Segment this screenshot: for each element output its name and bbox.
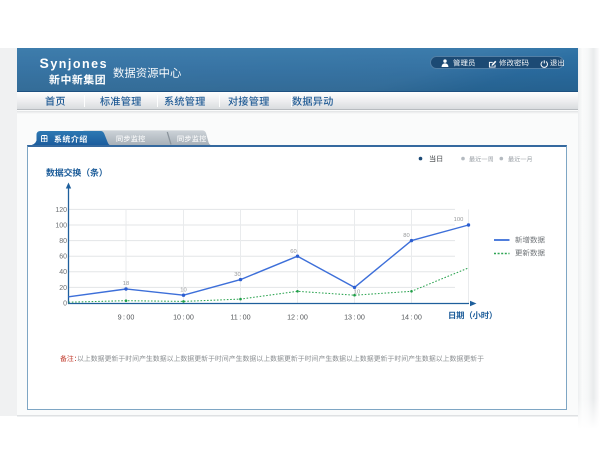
svg-text:9 : 00: 9 : 00 bbox=[118, 313, 135, 322]
svg-text:60: 60 bbox=[290, 249, 296, 255]
svg-text:0: 0 bbox=[63, 300, 67, 307]
svg-text:12 : 00: 12 : 00 bbox=[287, 313, 308, 322]
svg-text:40: 40 bbox=[59, 269, 67, 276]
svg-text:10 : 00: 10 : 00 bbox=[173, 313, 194, 322]
svg-text:100: 100 bbox=[55, 222, 67, 229]
svg-text:10: 10 bbox=[354, 289, 360, 295]
svg-text:13 : 00: 13 : 00 bbox=[344, 313, 365, 322]
svg-text:80: 80 bbox=[59, 238, 67, 245]
svg-text:60: 60 bbox=[59, 254, 67, 261]
svg-text:30: 30 bbox=[234, 272, 240, 278]
svg-text:14 : 00: 14 : 00 bbox=[401, 313, 422, 322]
svg-text:18: 18 bbox=[123, 281, 129, 287]
svg-text:120: 120 bbox=[55, 207, 67, 214]
svg-text:20: 20 bbox=[59, 285, 67, 292]
svg-text:80: 80 bbox=[403, 233, 409, 239]
svg-text:10: 10 bbox=[180, 288, 186, 294]
svg-text:11 : 00: 11 : 00 bbox=[230, 313, 250, 322]
svg-text:100: 100 bbox=[454, 217, 464, 223]
